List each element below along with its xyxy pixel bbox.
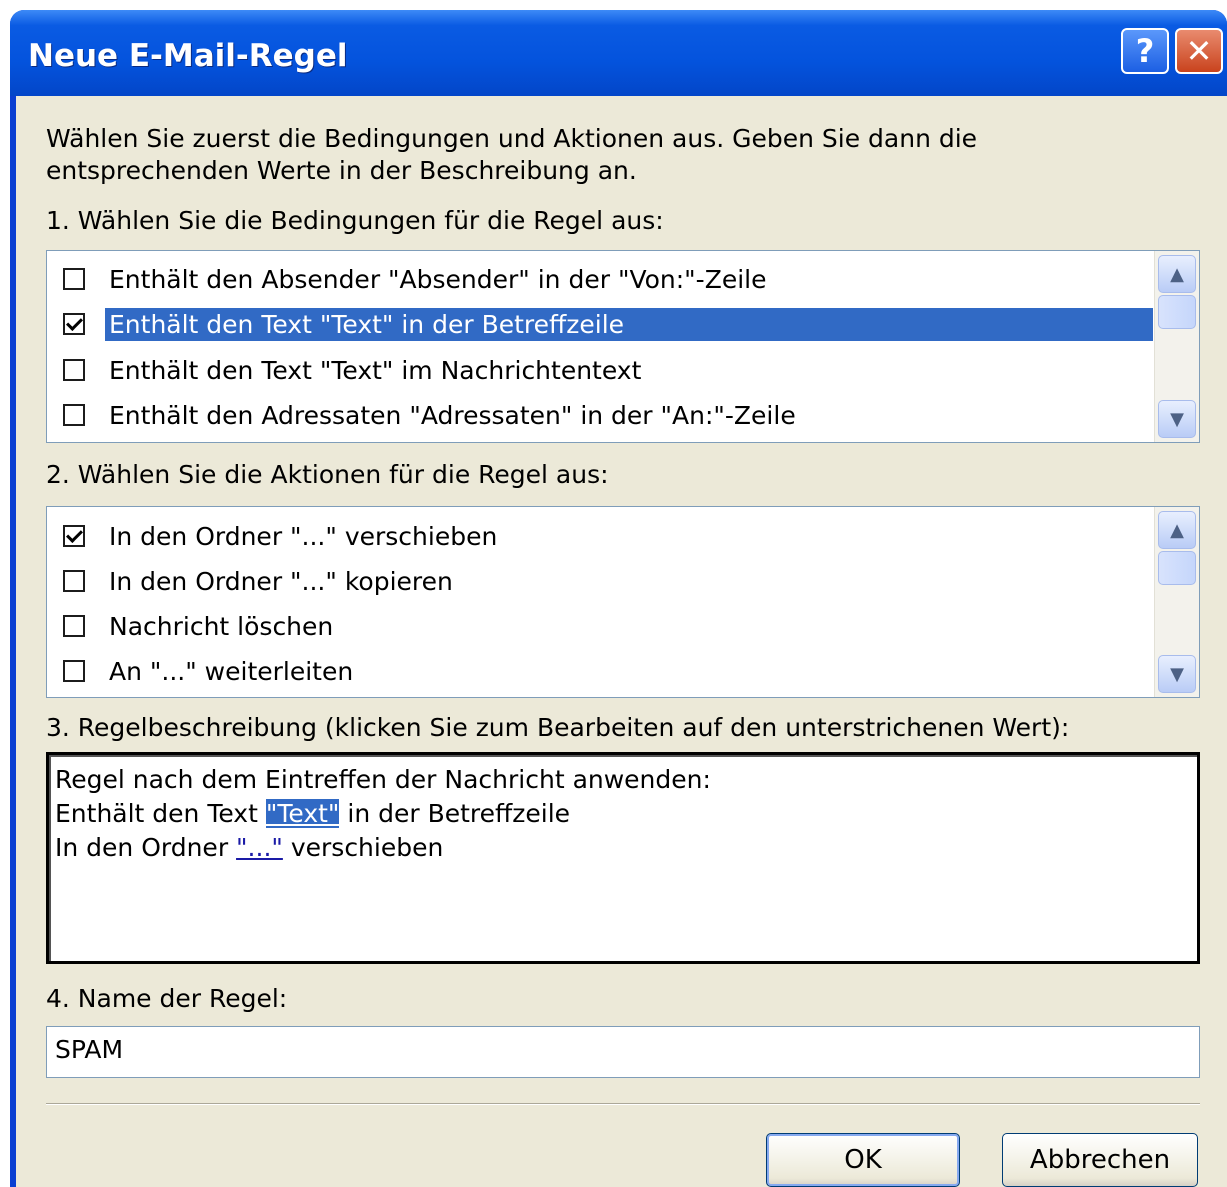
condition-item-recipient[interactable]: Enthält den Adressaten "Adressaten" in d… <box>63 394 800 436</box>
intro-text-line1: Wählen Sie zuerst die Bedingungen und Ak… <box>46 124 978 153</box>
text-value-link[interactable]: "Text" <box>265 799 340 828</box>
close-icon: ✕ <box>1185 32 1213 70</box>
action-item-delete[interactable]: Nachricht löschen <box>63 605 337 647</box>
close-button[interactable]: ✕ <box>1175 28 1223 74</box>
description-line-3-prefix: In den Ordner <box>55 833 237 862</box>
condition-label-sender: Enthält den Absender "Absender" in der "… <box>109 264 767 294</box>
condition-label-recipient: Enthält den Adressaten "Adressaten" in d… <box>109 400 796 430</box>
description-line-1: Regel nach dem Eintreffen der Nachricht … <box>55 765 711 794</box>
intro-text-line2: entsprechenden Werte in der Beschreibung… <box>46 156 637 185</box>
description-line-3-suffix: verschieben <box>282 833 444 862</box>
actions-list[interactable]: In den Ordner "..." verschieben In den O… <box>46 506 1200 698</box>
condition-label-body: Enthält den Text "Text" im Nachrichtente… <box>109 355 642 385</box>
cancel-button[interactable]: Abbrechen <box>1002 1133 1198 1187</box>
action-checkbox-move[interactable] <box>63 525 85 547</box>
condition-item-sender[interactable]: Enthält den Absender "Absender" in der "… <box>63 258 770 300</box>
action-checkbox-forward[interactable] <box>63 660 85 682</box>
conditions-scrollbar[interactable]: ▲ ▼ <box>1154 251 1199 442</box>
scroll-down-button[interactable]: ▼ <box>1158 655 1196 693</box>
description-line-2: Enthält den Text "Text" in der Betreffze… <box>55 799 570 828</box>
condition-label-subject: Enthält den Text "Text" in der Betreffze… <box>105 307 1153 341</box>
description-heading: 3. Regelbeschreibung (klicken Sie zum Be… <box>46 713 1070 742</box>
name-heading: 4. Name der Regel: <box>46 984 288 1013</box>
rule-name-input[interactable]: SPAM <box>46 1026 1200 1078</box>
condition-checkbox-recipient[interactable] <box>63 404 85 426</box>
condition-item-body[interactable]: Enthält den Text "Text" im Nachrichtente… <box>63 349 645 391</box>
action-label-forward: An "..." weiterleiten <box>109 656 354 686</box>
action-checkbox-copy[interactable] <box>63 570 85 592</box>
scroll-thumb[interactable] <box>1158 295 1196 329</box>
folder-value-link[interactable]: "..." <box>236 833 283 862</box>
condition-item-subject[interactable]: Enthält den Text "Text" in der Betreffze… <box>63 303 1153 345</box>
rule-description-box[interactable]: Regel nach dem Eintreffen der Nachricht … <box>46 752 1200 964</box>
dialog-body: Wählen Sie zuerst die Bedingungen und Ak… <box>16 96 1227 1187</box>
condition-checkbox-subject[interactable] <box>63 313 85 335</box>
scroll-up-button[interactable]: ▲ <box>1158 255 1196 293</box>
description-line-3: In den Ordner "..." verschieben <box>55 833 443 862</box>
separator <box>46 1103 1200 1105</box>
conditions-list[interactable]: Enthält den Absender "Absender" in der "… <box>46 250 1200 443</box>
chevron-down-icon: ▼ <box>1170 663 1184 685</box>
title-bar[interactable]: Neue E-Mail-Regel ? ✕ <box>10 10 1227 96</box>
conditions-heading: 1. Wählen Sie die Bedingungen für die Re… <box>46 206 664 235</box>
description-line-2-suffix: in der Betreffzeile <box>339 799 571 828</box>
action-checkbox-delete[interactable] <box>63 615 85 637</box>
action-label-move: In den Ordner "..." verschieben <box>109 521 498 551</box>
chevron-down-icon: ▼ <box>1170 408 1184 430</box>
action-item-forward[interactable]: An "..." weiterleiten <box>63 650 357 692</box>
condition-checkbox-body[interactable] <box>63 359 85 381</box>
action-item-move[interactable]: In den Ordner "..." verschieben <box>63 515 501 557</box>
action-item-copy[interactable]: In den Ordner "..." kopieren <box>63 560 457 602</box>
actions-scrollbar[interactable]: ▲ ▼ <box>1154 507 1199 697</box>
help-icon: ? <box>1135 32 1155 70</box>
ok-button[interactable]: OK <box>766 1133 960 1187</box>
window-title: Neue E-Mail-Regel <box>28 38 348 74</box>
dialog-window: Neue E-Mail-Regel ? ✕ Wählen Sie zuerst … <box>10 10 1227 1187</box>
chevron-up-icon: ▲ <box>1170 519 1184 541</box>
help-button[interactable]: ? <box>1121 28 1169 74</box>
scroll-down-button[interactable]: ▼ <box>1158 400 1196 438</box>
description-line-2-prefix: Enthält den Text <box>55 799 266 828</box>
chevron-up-icon: ▲ <box>1170 263 1184 285</box>
scroll-up-button[interactable]: ▲ <box>1158 511 1196 549</box>
scroll-thumb[interactable] <box>1158 551 1196 585</box>
actions-heading: 2. Wählen Sie die Aktionen für die Regel… <box>46 460 609 489</box>
action-label-copy: In den Ordner "..." kopieren <box>109 566 453 596</box>
condition-checkbox-sender[interactable] <box>63 268 85 290</box>
action-label-delete: Nachricht löschen <box>109 611 334 641</box>
